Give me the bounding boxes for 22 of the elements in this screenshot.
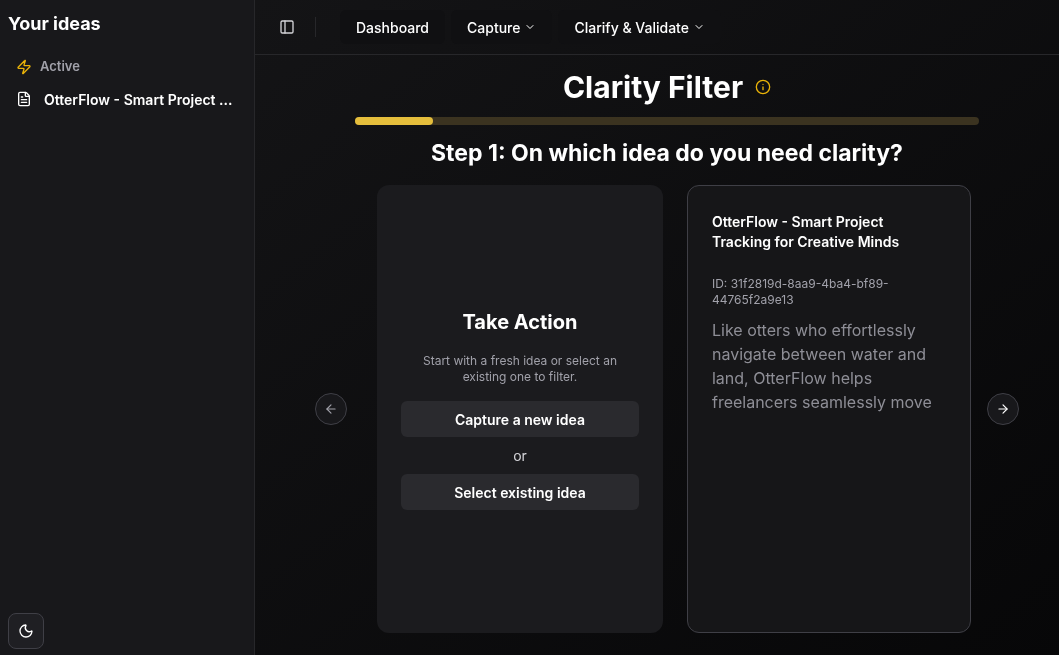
- sidebar-title: Your ideas: [8, 12, 102, 36]
- card-description: Start with a fresh idea or select an existing one to filter.: [421, 353, 618, 385]
- idea-card[interactable]: OtterFlow - Smart Project Tracking for Creative Minds ID: 31f2819d-8aa9-4ba4-bf89-44765f2a9e13 Like otters who effortlessly navigate between water and land, OtterFlow helps freelancers seamlessly move: [686, 184, 971, 633]
- section-label: Active: [40, 57, 80, 76]
- idea-title: OtterFlow - Smart Project Tracking for Creative Minds: [711, 211, 901, 252]
- previous-button[interactable]: [315, 392, 347, 425]
- step-title: Step 1: On which idea do you need clarity?: [431, 138, 903, 169]
- capture-button[interactable]: Capture a new idea: [401, 401, 639, 437]
- theme-toggle-button[interactable]: [8, 613, 44, 649]
- select-button[interactable]: Select existing idea: [401, 474, 639, 510]
- idea-description: Like otters who effortlessly navigate between water and land, OtterFlow helps freelancers seamlessly move: [711, 318, 933, 414]
- separator-text: or: [513, 446, 527, 466]
- info-icon[interactable]: [755, 79, 772, 95]
- idea-id: ID: 31f2819d-8aa9-4ba4-bf89-44765f2a9e13: [711, 275, 890, 308]
- card-title: Take Action: [462, 309, 578, 336]
- page-title: Clarity Filter: [562, 69, 744, 105]
- document-icon: [16, 91, 32, 107]
- next-button[interactable]: [987, 392, 1019, 425]
- arrow-right-icon: [996, 401, 1010, 416]
- lightning-icon: [16, 58, 32, 75]
- sidebar-item[interactable]: OtterFlow - Smart Project ...: [8, 84, 246, 114]
- moon-icon: [18, 623, 34, 639]
